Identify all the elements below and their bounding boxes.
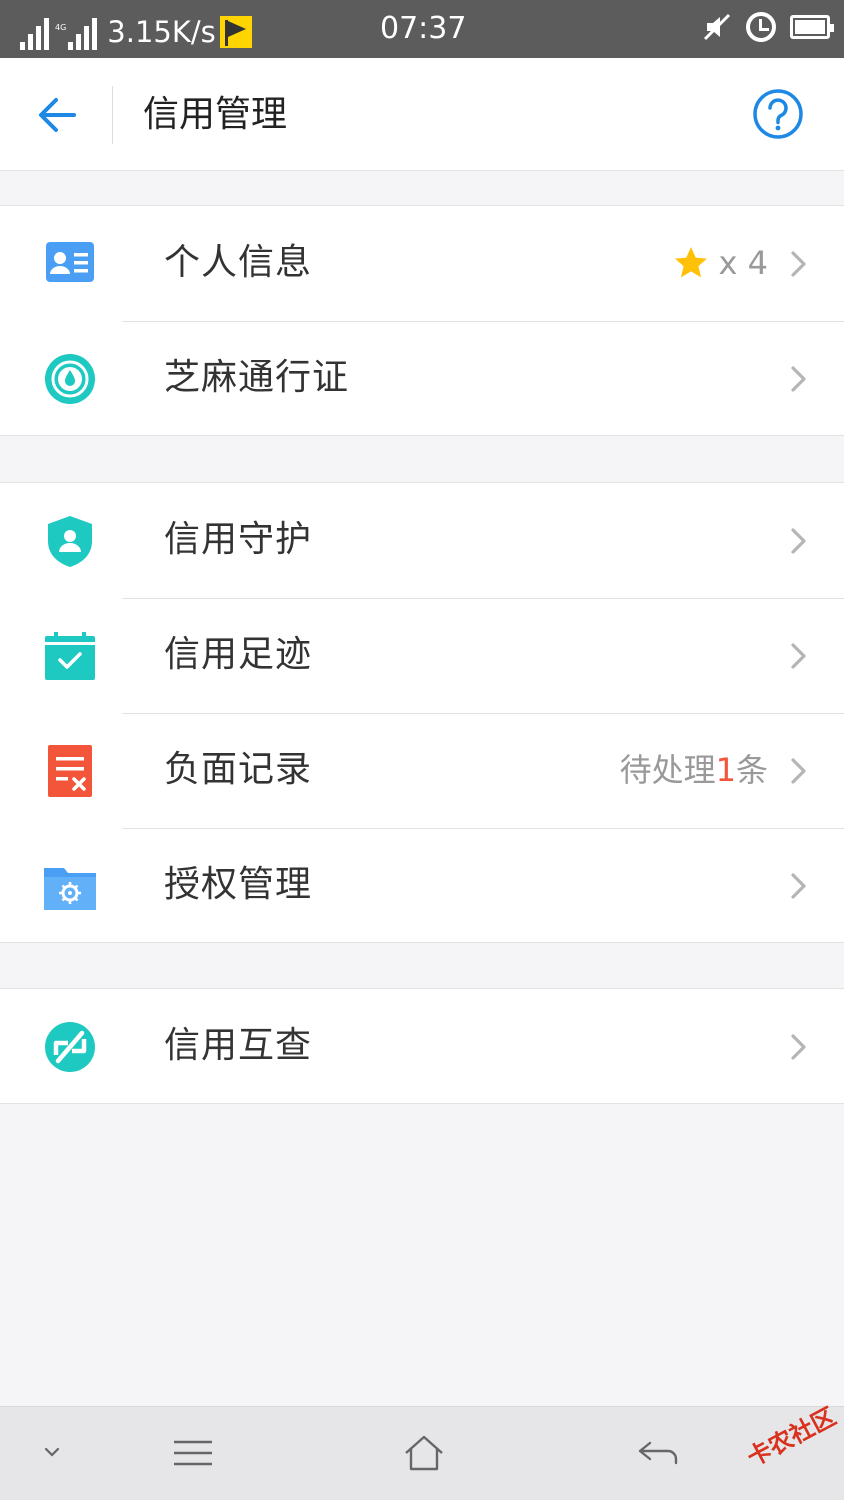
item-label: 芝麻通行证 (164, 357, 350, 398)
chevron-right-icon (791, 251, 806, 277)
network-speed: 3.15K/s (107, 15, 216, 49)
list-item-personal-info[interactable]: 个人信息 x 4 (0, 206, 844, 321)
pending-prefix: 待处理 (619, 751, 716, 789)
star-badge: x 4 (673, 240, 768, 286)
flag-icon (219, 16, 252, 48)
menu-icon[interactable] (172, 1439, 214, 1467)
clock: 07:37 (380, 11, 467, 46)
header-divider (112, 86, 113, 144)
item-label: 授权管理 (164, 864, 313, 905)
folder-gear-icon (44, 868, 96, 910)
list-item-mutual-check[interactable]: 信用互查 (0, 989, 844, 1103)
id-card-icon (46, 242, 94, 282)
page-title: 信用管理 (143, 94, 288, 135)
chevron-right-icon (791, 1034, 806, 1060)
sesame-pass-icon (45, 354, 95, 404)
group-mutual: 信用互查 (0, 988, 844, 1104)
list-item-credit-guard[interactable]: 信用守护 (0, 483, 844, 598)
question-circle-icon[interactable] (752, 88, 804, 140)
list-item-authorization[interactable]: 授权管理 (0, 828, 844, 942)
network-type: 4G (55, 23, 67, 32)
home-icon[interactable] (402, 1433, 446, 1473)
chevron-right-icon (791, 758, 806, 784)
battery-icon (790, 15, 834, 39)
alarm-icon (746, 12, 776, 42)
star-count: x 4 (718, 244, 768, 282)
record-x-icon (48, 745, 92, 797)
item-label: 信用互查 (164, 1025, 313, 1066)
item-label: 个人信息 (164, 242, 313, 283)
calendar-check-icon (45, 632, 95, 680)
item-label: 信用守护 (164, 519, 313, 560)
chevron-right-icon (791, 643, 806, 669)
group-personal: 个人信息 x 4 芝麻通行证 (0, 205, 844, 436)
chevron-right-icon (791, 366, 806, 392)
list-item-sesame-pass[interactable]: 芝麻通行证 (0, 321, 844, 435)
shield-user-icon (48, 516, 92, 567)
star-icon (674, 247, 707, 278)
list-item-credit-footprint[interactable]: 信用足迹 (0, 598, 844, 713)
mute-icon (703, 13, 731, 41)
chevron-down-icon[interactable] (38, 1443, 66, 1463)
group-credit: 信用守护 信用足迹 负面记录 待处理 1 条 授权管理 (0, 482, 844, 943)
chevron-right-icon (791, 528, 806, 554)
signal-icon (20, 16, 49, 50)
status-bar: 4G 3.15K/s 07:37 (0, 0, 844, 58)
signal-2-icon (68, 16, 98, 50)
chevron-right-icon (791, 873, 806, 899)
app-header: 信用管理 (0, 58, 844, 171)
arrow-left-icon[interactable] (36, 94, 78, 136)
system-nav-bar (0, 1406, 844, 1500)
list-item-negative-record[interactable]: 负面记录 待处理 1 条 (0, 713, 844, 828)
back-icon[interactable] (636, 1437, 680, 1469)
pending-count-text: 待处理 1 条 (620, 747, 768, 793)
item-label: 负面记录 (164, 749, 313, 790)
pending-count: 1 (715, 751, 736, 789)
pending-suffix: 条 (735, 751, 768, 789)
item-label: 信用足迹 (164, 634, 313, 675)
mutual-check-icon (45, 1022, 95, 1072)
